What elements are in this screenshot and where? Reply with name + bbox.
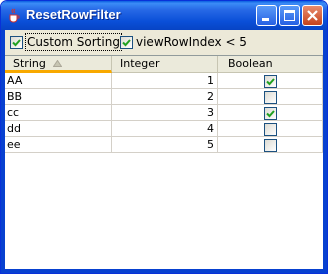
column-header-boolean[interactable]: Boolean: [218, 56, 323, 72]
column-header-integer[interactable]: Integer: [112, 56, 218, 72]
cell-boolean[interactable]: [218, 73, 323, 89]
close-button[interactable]: [302, 5, 323, 26]
table-row[interactable]: ee 5: [5, 137, 323, 153]
table-scroll-pane[interactable]: String Integer Boolean AA 1 BB 2 cc 3 dd 4 ee 5: [5, 55, 323, 269]
cell-boolean[interactable]: [218, 89, 323, 105]
table-row[interactable]: BB 2: [5, 89, 323, 105]
window-title: ResetRowFilter: [26, 7, 121, 22]
row-index-filter-checkbox[interactable]: viewRowIndex < 5: [120, 34, 247, 50]
cell-integer[interactable]: 4: [112, 121, 218, 137]
check-icon: [266, 78, 275, 86]
window-frame-right: [323, 30, 327, 273]
column-header-label: String: [13, 57, 46, 70]
cell-integer[interactable]: 2: [112, 89, 218, 105]
boolean-checkbox[interactable]: [264, 75, 277, 88]
checkbox-box[interactable]: [10, 36, 23, 49]
title-bar[interactable]: ResetRowFilter: [1, 1, 327, 30]
java-cup-icon: [7, 8, 21, 23]
boolean-checkbox[interactable]: [264, 91, 277, 104]
cell-boolean[interactable]: [218, 121, 323, 137]
check-icon: [266, 110, 275, 118]
cell-string[interactable]: ee: [5, 137, 112, 153]
boolean-checkbox[interactable]: [264, 123, 277, 136]
cell-boolean[interactable]: [218, 137, 323, 153]
app-window: ResetRowFilter Custom Sorting viewRowInd…: [0, 0, 328, 274]
cell-integer[interactable]: 5: [112, 137, 218, 153]
cell-string[interactable]: cc: [5, 105, 112, 121]
table-row[interactable]: AA 1: [5, 73, 323, 89]
cell-string[interactable]: dd: [5, 121, 112, 137]
table-row[interactable]: cc 3: [5, 105, 323, 121]
cell-boolean[interactable]: [218, 105, 323, 121]
maximize-button[interactable]: [279, 5, 300, 26]
boolean-checkbox[interactable]: [264, 107, 277, 120]
cell-string[interactable]: AA: [5, 73, 112, 89]
checkbox-box[interactable]: [120, 36, 133, 49]
column-header-string[interactable]: String: [5, 56, 112, 73]
custom-sorting-checkbox[interactable]: Custom Sorting: [10, 33, 122, 51]
cell-integer[interactable]: 3: [112, 105, 218, 121]
cell-string[interactable]: BB: [5, 89, 112, 105]
window-frame-bottom: [1, 269, 327, 273]
minimize-button[interactable]: [256, 5, 277, 26]
custom-sorting-label: Custom Sorting: [25, 33, 122, 51]
sort-ascending-icon: [53, 60, 62, 67]
table-header: String Integer Boolean: [5, 56, 323, 73]
content-pane: Custom Sorting viewRowIndex < 5 String I…: [5, 30, 323, 269]
row-index-filter-label: viewRowIndex < 5: [136, 35, 247, 49]
table-row[interactable]: dd 4: [5, 121, 323, 137]
boolean-checkbox[interactable]: [264, 139, 277, 152]
column-header-label: Boolean: [228, 57, 273, 70]
column-header-label: Integer: [120, 57, 160, 70]
cell-integer[interactable]: 1: [112, 73, 218, 89]
